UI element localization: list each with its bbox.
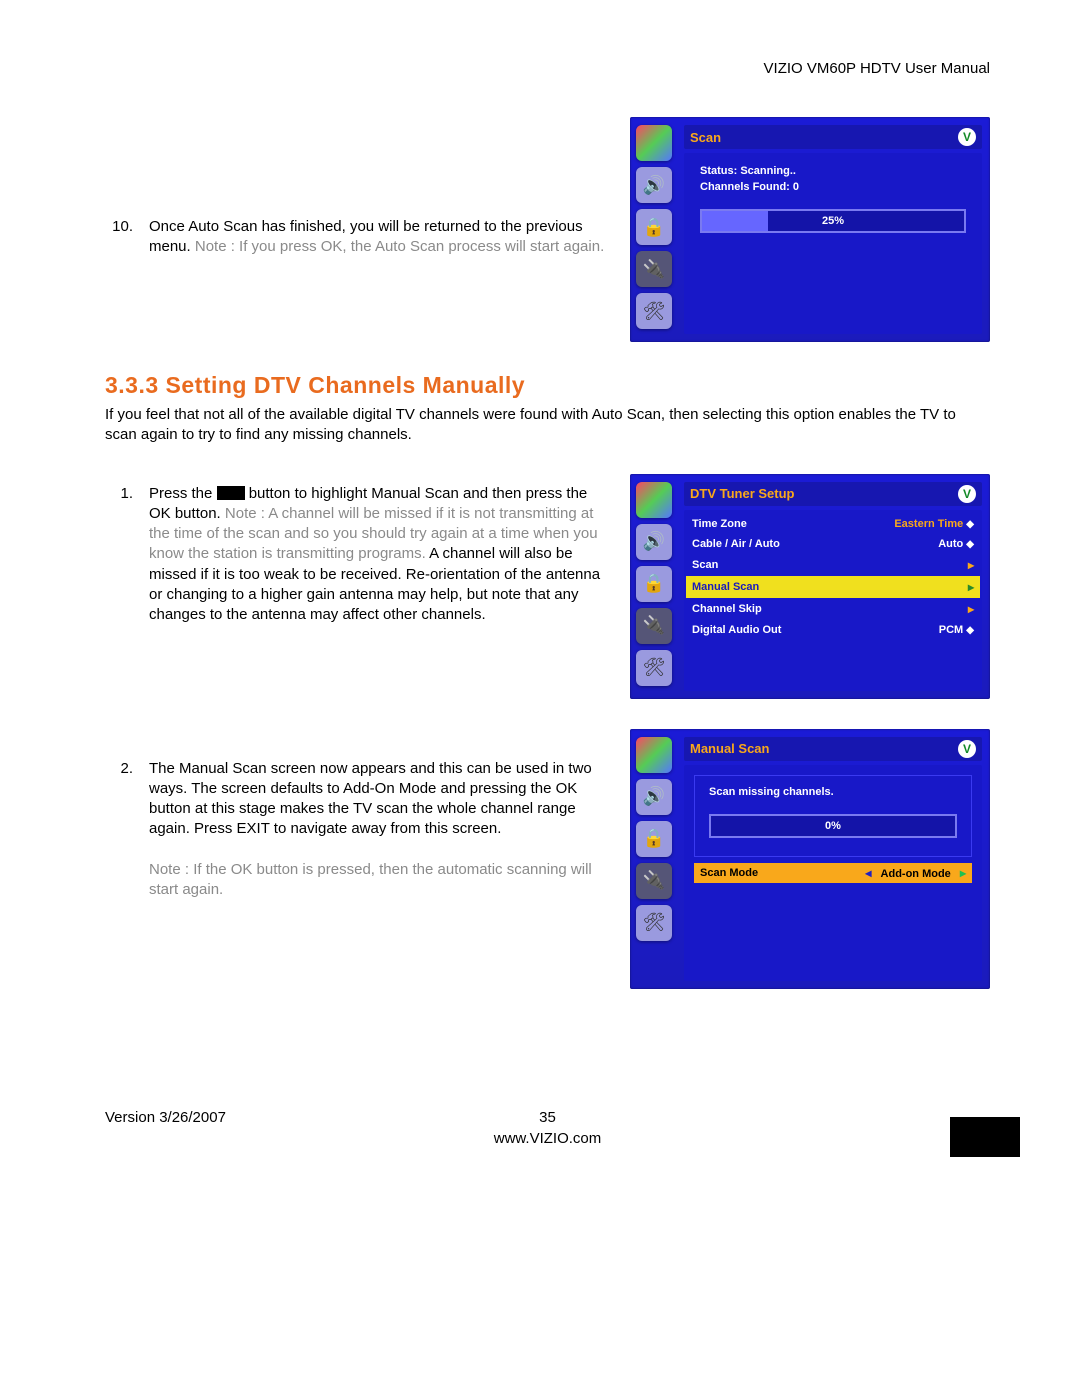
connectors-icon: 🔌 — [636, 863, 672, 899]
section-intro: If you feel that not all of the availabl… — [105, 405, 990, 446]
osd-manual-titlebar: Manual Scan V — [684, 737, 982, 761]
osd-scan-progress-fill — [702, 211, 768, 231]
tv-icon — [636, 482, 672, 518]
remote-button-icon — [217, 486, 245, 500]
section-heading: 3.3.3 Setting DTV Channels Manually — [105, 372, 990, 399]
chevron-right-icon: ▸ — [968, 580, 974, 594]
tuner-value: Auto — [938, 538, 963, 550]
tuner-row-source[interactable]: Cable / Air / Auto Auto ◆ — [686, 534, 980, 554]
osd-manual-screen: 🔊 🔒 🔌 🛠 Manual Scan V Scan missing chann… — [630, 729, 990, 989]
osd-scan-screen: 🔊 🔒 🔌 🛠 Scan V Status: Scanning.. Channe… — [630, 117, 990, 342]
tuner-label: Manual Scan — [692, 581, 759, 593]
osd-manual-progress: 0% — [709, 814, 957, 838]
osd-sidebar: 🔊 🔒 🔌 🛠 — [630, 482, 678, 691]
tuner-label: Channel Skip — [692, 603, 762, 615]
step-1-text: 1. Press the button to highlight Manual … — [105, 474, 610, 626]
vizio-badge-icon: V — [958, 128, 976, 146]
footer-page-number: 35 — [539, 1109, 556, 1126]
chevron-right-icon: ▸ — [968, 558, 974, 572]
osd-tuner-body: Time Zone Eastern Time ◆ Cable / Air / A… — [684, 510, 982, 691]
osd-scan-titlebar: Scan V — [684, 125, 982, 149]
tuner-row-channel-skip[interactable]: Channel Skip ▸ — [686, 598, 980, 620]
tuner-row-digital-audio[interactable]: Digital Audio Out PCM ◆ — [686, 620, 980, 640]
osd-sidebar: 🔊 🔒 🔌 🛠 — [630, 125, 678, 334]
step-10-number: 10. — [105, 217, 133, 258]
chevron-right-icon: ▸ — [968, 602, 974, 616]
osd-scan-body: Status: Scanning.. Channels Found: 0 25% — [684, 153, 982, 334]
osd-scan-progress-label: 25% — [822, 215, 844, 227]
tuner-row-scan[interactable]: Scan ▸ — [686, 554, 980, 576]
scan-mode-value: Add-on Mode — [881, 868, 951, 880]
tuner-value: PCM — [939, 624, 963, 636]
page-corner-mark — [950, 1117, 1020, 1157]
osd-scan-found: Channels Found: 0 — [694, 179, 972, 195]
updown-icon: ◆ — [966, 625, 974, 636]
scan-mode-label: Scan Mode — [700, 867, 758, 879]
osd-manual-body: Scan missing channels. 0% Scan Mode ◂ Ad… — [684, 765, 982, 981]
tuner-label: Cable / Air / Auto — [692, 538, 780, 550]
tuner-label: Digital Audio Out — [692, 624, 781, 636]
chevron-right-icon: ▸ — [960, 866, 966, 880]
speaker-icon: 🔊 — [636, 779, 672, 815]
tools-icon: 🛠 — [636, 905, 672, 941]
step-2-text: 2. The Manual Scan screen now appears an… — [105, 729, 610, 901]
osd-tuner-screen: 🔊 🔒 🔌 🛠 DTV Tuner Setup V Time Zone East… — [630, 474, 990, 699]
osd-tuner-titlebar: DTV Tuner Setup V — [684, 482, 982, 506]
step-10-note-text: If you press OK, the Auto Scan process w… — [235, 238, 604, 255]
osd-manual-title: Manual Scan — [690, 741, 769, 756]
osd-manual-progress-label: 0% — [825, 820, 841, 832]
osd-manual-msg: Scan missing channels. — [703, 784, 963, 800]
step-1-number: 1. — [105, 484, 133, 626]
lock-icon: 🔒 — [636, 566, 672, 602]
tuner-row-manual-scan[interactable]: Manual Scan ▸ — [686, 576, 980, 598]
step-1-note-label: Note : — [225, 505, 265, 522]
speaker-icon: 🔊 — [636, 167, 672, 203]
step-2-note-text: If the OK button is pressed, then the au… — [149, 861, 592, 898]
step-1-body-a: Press the — [149, 485, 217, 502]
connectors-icon: 🔌 — [636, 251, 672, 287]
page-header: VIZIO VM60P HDTV User Manual — [105, 60, 990, 77]
step-10-text: 10. Once Auto Scan has finished, you wil… — [105, 117, 610, 258]
chevron-left-icon: ◂ — [865, 866, 871, 880]
page-footer: Version 3/26/2007 35 www.VIZIO.com — [105, 1109, 990, 1147]
tools-icon: 🛠 — [636, 650, 672, 686]
tuner-label: Scan — [692, 559, 718, 571]
step-10-note-label: Note : — [195, 238, 235, 255]
tuner-row-timezone[interactable]: Time Zone Eastern Time ◆ — [686, 514, 980, 534]
vizio-badge-icon: V — [958, 740, 976, 758]
osd-scan-title: Scan — [690, 130, 721, 145]
lock-icon: 🔒 — [636, 209, 672, 245]
osd-scan-status: Status: Scanning.. — [694, 163, 972, 179]
lock-icon: 🔒 — [636, 821, 672, 857]
osd-scan-progress: 25% — [700, 209, 966, 233]
osd-sidebar: 🔊 🔒 🔌 🛠 — [630, 737, 678, 981]
connectors-icon: 🔌 — [636, 608, 672, 644]
step-2-body-a: The Manual Scan screen now appears and t… — [149, 760, 592, 838]
tools-icon: 🛠 — [636, 293, 672, 329]
speaker-icon: 🔊 — [636, 524, 672, 560]
tuner-value: Eastern Time — [894, 518, 963, 530]
tv-icon — [636, 737, 672, 773]
vizio-badge-icon: V — [958, 485, 976, 503]
osd-tuner-title: DTV Tuner Setup — [690, 486, 794, 501]
scan-mode-row[interactable]: Scan Mode ◂ Add-on Mode ▸ — [694, 863, 972, 883]
footer-version: Version 3/26/2007 — [105, 1109, 226, 1126]
updown-icon: ◆ — [966, 539, 974, 550]
step-2-number: 2. — [105, 759, 133, 901]
step-2-note-label: Note : — [149, 861, 189, 878]
tuner-label: Time Zone — [692, 518, 747, 530]
updown-icon: ◆ — [966, 519, 974, 530]
tv-icon — [636, 125, 672, 161]
footer-site: www.VIZIO.com — [105, 1130, 990, 1147]
